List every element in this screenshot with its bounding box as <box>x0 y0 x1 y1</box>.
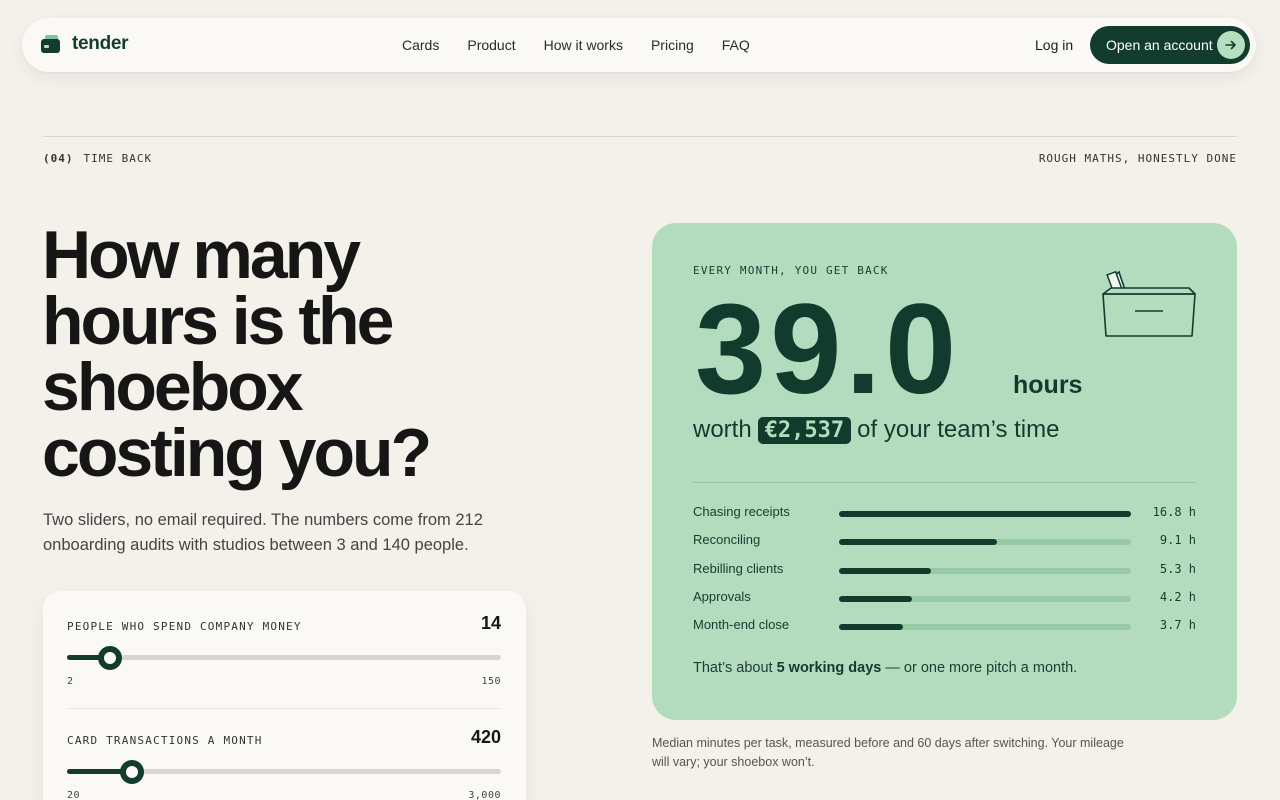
breakdown-value: 5.3 h <box>1159 561 1196 576</box>
breakdown-fill <box>839 595 912 602</box>
breakdown-value: 16.8 h <box>1152 505 1196 519</box>
slider-min: 2 <box>67 676 74 687</box>
breakdown-row: Approvals 4.2 h <box>693 589 1196 617</box>
footer-highlight: 5 working days <box>776 660 882 676</box>
headline-line: How many <box>42 217 361 293</box>
page-title: How many hours is the shoebox costing yo… <box>42 217 482 491</box>
hours-total: 39.0 <box>695 278 961 421</box>
breakdown-label: Chasing receipts <box>693 504 790 519</box>
breakdown-fill <box>839 624 904 631</box>
breakdown-fill <box>839 567 931 574</box>
breakdown-fill <box>839 511 1131 517</box>
hours-unit: hours <box>1013 371 1083 399</box>
result-eyebrow: EVERY MONTH, YOU GET BACK <box>693 264 889 277</box>
slider-min: 20 <box>67 790 81 800</box>
result-divider <box>693 482 1196 483</box>
breakdown-bar <box>839 624 1131 631</box>
section-note: ROUGH MATHS, HONESTLY DONE <box>1038 152 1237 165</box>
headline-line: shoebox <box>42 349 304 425</box>
breakdown-row: Month-end close 3.7 h <box>693 617 1196 645</box>
breakdown-bar <box>839 567 1131 574</box>
breakdown-list: Chasing receipts 16.8 h Reconciling 9.1 … <box>693 504 1196 645</box>
slider-value: 14 <box>480 613 501 633</box>
slider-track[interactable] <box>67 646 501 670</box>
money-badge: €2,537 <box>757 416 852 444</box>
breakdown-fill <box>839 539 997 546</box>
breakdown-row: Rebilling clients 5.3 h <box>693 561 1196 589</box>
section-divider <box>43 136 1237 137</box>
brand-logo[interactable]: tender <box>40 33 129 55</box>
calculator-card: PEOPLE WHO SPEND COMPANY MONEY 14 2 150 … <box>43 591 526 800</box>
open-account-button[interactable]: Open an account <box>1090 26 1250 64</box>
breakdown-row: Reconciling 9.1 h <box>693 532 1196 560</box>
worth-prefix: worth <box>693 416 752 443</box>
slider-thumb[interactable] <box>120 760 145 784</box>
worth-line: worth €2,537 of your team’s time <box>693 416 1059 444</box>
nav-link-cards[interactable]: Cards <box>402 37 439 53</box>
section-name: TIME BACK <box>83 152 153 165</box>
nav-link-product[interactable]: Product <box>467 37 515 53</box>
arrow-right-icon <box>1217 31 1245 59</box>
footer-suffix: — or one more pitch a month. <box>885 660 1078 676</box>
slider-label: CARD TRANSACTIONS A MONTH <box>67 734 263 747</box>
open-account-label: Open an account <box>1106 37 1213 53</box>
breakdown-row: Chasing receipts 16.8 h <box>693 504 1196 532</box>
breakdown-label: Approvals <box>693 588 751 604</box>
shoebox-icon <box>1101 268 1197 345</box>
slider-label: PEOPLE WHO SPEND COMPANY MONEY <box>67 620 302 633</box>
section-number: (04) <box>43 152 74 165</box>
breakdown-label: Month-end close <box>693 617 790 633</box>
slider-max: 150 <box>481 676 501 687</box>
top-nav: tender Cards Product How it works Pricin… <box>22 18 1256 72</box>
nav-link-pricing[interactable]: Pricing <box>651 37 694 53</box>
breakdown-bar <box>839 511 1131 517</box>
breakdown-bar <box>839 539 1131 546</box>
slider-track[interactable] <box>67 760 501 784</box>
result-card: EVERY MONTH, YOU GET BACK 39.0 hours wor… <box>652 223 1237 720</box>
nav-link-faq[interactable]: FAQ <box>722 37 750 53</box>
methodology-note: Median minutes per task, measured before… <box>652 736 1124 769</box>
breakdown-value: 3.7 h <box>1159 618 1196 633</box>
wallet-icon <box>40 33 62 55</box>
hero-subtitle: Two sliders, no email required. The numb… <box>43 511 483 554</box>
slider-value: 420 <box>470 727 501 747</box>
brand-name: tender <box>72 33 129 54</box>
nav-link-how-it-works[interactable]: How it works <box>544 37 623 53</box>
slider-divider <box>67 708 501 709</box>
headline-line: costing you? <box>42 415 432 491</box>
breakdown-bar <box>839 595 1131 602</box>
slider-max: 3,000 <box>468 790 501 800</box>
breakdown-value: 4.2 h <box>1159 589 1196 604</box>
breakdown-label: Rebilling clients <box>693 560 784 576</box>
footer-prefix: That’s about <box>693 660 773 676</box>
nav-links: Cards Product How it works Pricing FAQ <box>402 37 750 53</box>
worth-suffix: of your team’s time <box>857 416 1060 443</box>
breakdown-label: Reconciling <box>693 532 761 548</box>
breakdown-value: 9.1 h <box>1159 533 1196 548</box>
headline-line: hours is the <box>42 283 394 359</box>
result-footer: That’s about 5 working days — or one mor… <box>693 660 1077 676</box>
slider-thumb[interactable] <box>98 646 123 670</box>
login-link[interactable]: Log in <box>1035 37 1073 53</box>
section-label: (04) TIME BACK <box>43 152 152 165</box>
